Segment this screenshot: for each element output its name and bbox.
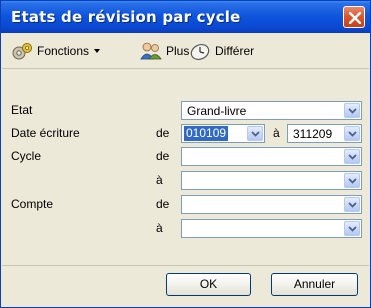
close-button[interactable] (343, 6, 365, 28)
dropdown-caret-icon (94, 49, 101, 53)
compte-from-dropdown-button[interactable] (344, 197, 360, 212)
plus-button[interactable]: Plus (139, 40, 189, 62)
window-title: Etats de révision par cycle (11, 8, 241, 26)
etat-dropdown-button[interactable] (344, 103, 360, 118)
date-a-label: à (273, 126, 280, 140)
compte-label: Compte (11, 197, 54, 211)
users-icon (139, 40, 163, 62)
differer-button[interactable]: Différer (188, 40, 254, 62)
chevron-down-icon (251, 131, 260, 137)
cycle-from-select[interactable] (181, 147, 362, 166)
toolbar: Fonctions Plus Différer (2, 33, 369, 69)
date-to-select[interactable]: 311209 (287, 124, 362, 143)
fonctions-menu-button[interactable]: Fonctions (10, 40, 101, 62)
date-from-value: 010109 (184, 126, 229, 141)
ok-button[interactable]: OK (166, 273, 251, 296)
title-bar[interactable]: Etats de révision par cycle (1, 1, 370, 33)
close-icon (349, 12, 361, 24)
cancel-button[interactable]: Annuler (271, 273, 358, 296)
clock-icon (188, 40, 212, 62)
fonctions-label: Fonctions (37, 44, 90, 58)
cycle-from-dropdown-button[interactable] (344, 149, 360, 164)
chevron-down-icon (348, 226, 357, 232)
gears-icon (10, 40, 34, 62)
chevron-down-icon (348, 202, 357, 208)
chevron-down-icon (348, 108, 357, 114)
differer-label: Différer (215, 44, 255, 58)
compte-to-dropdown-button[interactable] (344, 221, 360, 236)
compte-a-label: à (156, 221, 163, 235)
date-to-dropdown-button[interactable] (344, 126, 360, 141)
compte-to-select[interactable] (181, 219, 362, 238)
cycle-a-label: à (156, 173, 163, 187)
criteria-form: Etat Grand-livre Date écriture de 010109… (2, 93, 369, 265)
plus-label: Plus (166, 44, 190, 58)
compte-from-select[interactable] (181, 195, 362, 214)
etat-select[interactable]: Grand-livre (181, 101, 362, 120)
cycle-de-label: de (156, 149, 170, 163)
etat-label: Etat (11, 103, 33, 117)
chevron-down-icon (348, 154, 357, 160)
date-from-select[interactable]: 010109 (181, 124, 265, 143)
cycle-to-dropdown-button[interactable] (344, 173, 360, 188)
cycle-label: Cycle (11, 149, 42, 163)
dialog-window: Etats de révision par cycle Fonctions Pl… (0, 0, 371, 308)
compte-de-label: de (156, 197, 170, 211)
date-ecriture-label: Date écriture (11, 126, 80, 140)
date-from-dropdown-button[interactable] (247, 126, 263, 141)
date-to-value: 311209 (293, 127, 333, 141)
chevron-down-icon (348, 131, 357, 137)
date-de-label: de (156, 126, 170, 140)
cycle-to-select[interactable] (181, 171, 362, 190)
chevron-down-icon (348, 178, 357, 184)
footer-divider (2, 265, 369, 266)
etat-value: Grand-livre (187, 104, 247, 118)
